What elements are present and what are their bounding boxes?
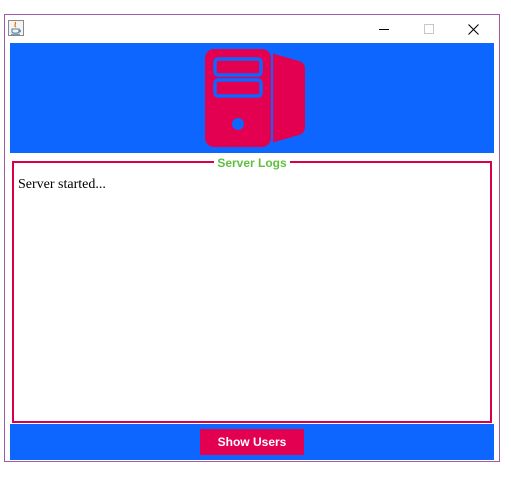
java-icon[interactable] [8,20,24,36]
title-bar[interactable] [5,15,499,43]
header-banner [10,43,494,153]
server-icon [205,49,305,147]
server-logs-panel: Server Logs Server started... [12,156,492,423]
close-button[interactable] [451,15,496,43]
minimize-button[interactable] [361,15,406,43]
footer-bar: Show Users [10,424,494,460]
show-users-button[interactable]: Show Users [200,429,304,455]
close-icon [468,23,479,35]
minimize-icon [378,29,389,30]
server-window: Server Logs Server started... Show Users [4,14,500,462]
maximize-button[interactable] [406,15,451,43]
server-logs-title-wrap: Server Logs [14,154,490,172]
maximize-icon [423,24,434,34]
server-logs-title: Server Logs [214,156,290,170]
server-logs-textarea[interactable]: Server started... [18,177,486,417]
